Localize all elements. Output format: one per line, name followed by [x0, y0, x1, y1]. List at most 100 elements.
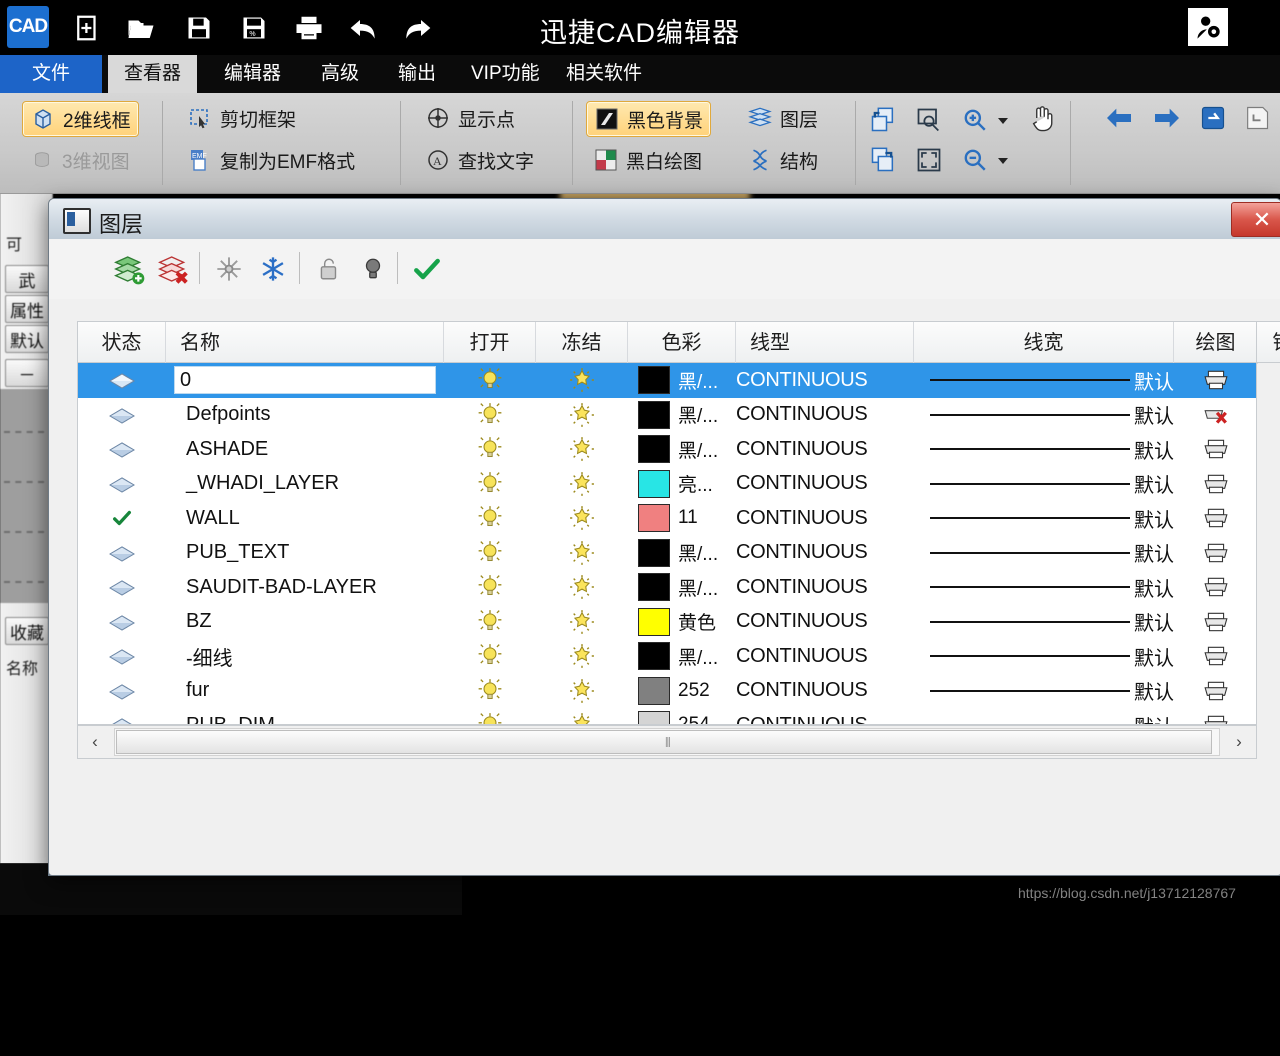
layer-color-cell[interactable]: 黑/... — [628, 398, 736, 433]
layer-freeze-toggle[interactable] — [536, 674, 628, 709]
layer-lineweight-cell[interactable]: 默认 — [914, 467, 1174, 502]
zoom-previous-icon[interactable] — [866, 103, 900, 137]
color-swatch[interactable] — [638, 539, 670, 567]
table-row[interactable]: BZ黄色CONTINUOUS默认 — [78, 605, 1256, 640]
tab-vip[interactable]: VIP功能 — [455, 55, 556, 93]
scroll-left-button[interactable]: ‹ — [78, 726, 112, 758]
layer-status-icon[interactable] — [78, 674, 166, 709]
layer-open-toggle[interactable] — [444, 639, 536, 674]
layer-linetype-cell[interactable]: CONTINUOUS — [736, 467, 914, 502]
layer-lineweight-cell[interactable]: 默认 — [914, 363, 1174, 398]
layer-open-toggle[interactable] — [444, 570, 536, 605]
layer-lineweight-cell[interactable]: 默认 — [914, 605, 1174, 640]
zoom-extents-icon[interactable] — [912, 143, 946, 177]
column-header-freeze[interactable]: 冻结 — [536, 322, 628, 364]
tab-advanced[interactable]: 高级 — [305, 55, 375, 93]
thaw-all-icon[interactable] — [209, 249, 249, 289]
color-swatch[interactable] — [638, 401, 670, 429]
import-icon[interactable] — [1196, 101, 1230, 135]
zoom-out-icon[interactable] — [958, 143, 992, 177]
ribbon-bw-drawing[interactable]: 黑白绘图 — [586, 143, 709, 177]
table-row[interactable]: PUB_TEXT黑/...CONTINUOUS默认 — [78, 536, 1256, 571]
layer-freeze-toggle[interactable] — [536, 570, 628, 605]
layer-name-cell[interactable]: -细线 — [166, 639, 444, 674]
layer-name-cell[interactable]: _WHADI_LAYER — [166, 467, 444, 502]
layer-lineweight-cell[interactable]: 默认 — [914, 708, 1174, 725]
layer-name-cell[interactable]: ASHADE — [166, 432, 444, 467]
layer-open-toggle[interactable] — [444, 363, 536, 398]
layer-color-cell[interactable]: 黑/... — [628, 432, 736, 467]
horizontal-scrollbar[interactable]: ‹ ⦀ › — [77, 725, 1257, 759]
export-icon[interactable] — [1240, 101, 1274, 135]
layer-linetype-cell[interactable]: CONTINUOUS — [736, 501, 914, 536]
tab-viewer[interactable]: 查看器 — [108, 55, 197, 93]
pan-hand-icon[interactable] — [1026, 101, 1060, 135]
layer-color-cell[interactable]: 252 — [628, 674, 736, 709]
layer-linetype-cell[interactable]: CONTINUOUS — [736, 570, 914, 605]
layer-linetype-cell[interactable]: CONTINUOUS — [736, 605, 914, 640]
layer-name-cell[interactable]: PUB_TEXT — [166, 536, 444, 571]
layer-name-cell[interactable]: WALL — [166, 501, 444, 536]
color-swatch[interactable] — [638, 711, 670, 725]
layer-color-cell[interactable]: 黑/... — [628, 570, 736, 605]
layer-lineweight-cell[interactable]: 默认 — [914, 536, 1174, 571]
forward-arrow-icon[interactable] — [1150, 101, 1184, 135]
layer-status-icon[interactable] — [78, 501, 166, 536]
layer-status-icon[interactable] — [78, 708, 166, 725]
column-header-linetype[interactable]: 线型 — [736, 322, 914, 364]
layer-color-cell[interactable]: 亮... — [628, 467, 736, 502]
table-row[interactable]: -细线黑/...CONTINUOUS默认 — [78, 639, 1256, 674]
left-panel-chip-3[interactable]: － — [5, 359, 49, 387]
color-swatch[interactable] — [638, 435, 670, 463]
layer-linetype-cell[interactable]: CONTINUOUS — [736, 708, 914, 725]
layer-open-toggle[interactable] — [444, 501, 536, 536]
color-swatch[interactable] — [638, 470, 670, 498]
zoom-next-icon[interactable] — [866, 143, 900, 177]
layer-name-cell[interactable]: fur — [166, 674, 444, 709]
layer-freeze-toggle[interactable] — [536, 639, 628, 674]
layer-linetype-cell[interactable]: CONTINUOUS — [736, 363, 914, 398]
layer-plot-toggle[interactable] — [1174, 570, 1257, 605]
layer-freeze-toggle[interactable] — [536, 536, 628, 571]
table-row[interactable]: Defpoints黑/...CONTINUOUS默认 — [78, 398, 1256, 433]
column-header-name[interactable]: 名称 — [166, 322, 444, 364]
scroll-track[interactable]: ⦀ — [114, 728, 1220, 756]
layer-linetype-cell[interactable]: CONTINUOUS — [736, 536, 914, 571]
user-avatar[interactable] — [1188, 8, 1228, 46]
left-panel-chip-fav[interactable]: 收藏 — [5, 617, 49, 645]
ribbon-2d-wireframe[interactable]: 2维线框 — [22, 101, 139, 137]
layer-name-cell[interactable]: BZ — [166, 605, 444, 640]
layer-name-input[interactable]: 0 — [174, 366, 436, 394]
layer-color-cell[interactable]: 11 — [628, 501, 736, 536]
tab-editor[interactable]: 编辑器 — [208, 55, 297, 93]
layer-plot-toggle[interactable] — [1174, 605, 1257, 640]
dialog-close-icon[interactable]: ✕ — [1231, 202, 1280, 237]
layer-plot-toggle[interactable] — [1174, 363, 1257, 398]
freeze-icon[interactable] — [253, 249, 293, 289]
layer-name-cell[interactable]: SAUDIT-BAD-LAYER — [166, 570, 444, 605]
layer-status-icon[interactable] — [78, 398, 166, 433]
zoom-window-icon[interactable] — [912, 103, 946, 137]
table-row[interactable]: ASHADE黑/...CONTINUOUS默认 — [78, 432, 1256, 467]
layer-plot-toggle[interactable] — [1174, 398, 1257, 433]
set-current-icon[interactable] — [407, 249, 447, 289]
layer-color-cell[interactable]: 黑/... — [628, 639, 736, 674]
layer-status-icon[interactable] — [78, 363, 166, 398]
color-swatch[interactable] — [638, 608, 670, 636]
ribbon-black-background[interactable]: 黑色背景 — [586, 101, 711, 137]
layer-status-icon[interactable] — [78, 432, 166, 467]
layer-freeze-toggle[interactable] — [536, 467, 628, 502]
table-row[interactable]: 0黑/...CONTINUOUS默认 — [78, 363, 1256, 398]
layer-freeze-toggle[interactable] — [536, 363, 628, 398]
layer-lineweight-cell[interactable]: 默认 — [914, 432, 1174, 467]
layer-lineweight-cell[interactable]: 默认 — [914, 398, 1174, 433]
layer-open-toggle[interactable] — [444, 708, 536, 725]
left-properties-panel[interactable]: 可 武 属性 默认 － 收藏 名称 — [0, 193, 53, 893]
ribbon-clip-frame[interactable]: 剪切框架 — [180, 101, 303, 135]
table-row[interactable]: SAUDIT-BAD-LAYER黑/...CONTINUOUS默认 — [78, 570, 1256, 605]
table-row[interactable]: fur252CONTINUOUS默认 — [78, 674, 1256, 709]
layer-open-toggle[interactable] — [444, 467, 536, 502]
layer-status-icon[interactable] — [78, 570, 166, 605]
layer-status-icon[interactable] — [78, 605, 166, 640]
color-swatch[interactable] — [638, 366, 670, 394]
